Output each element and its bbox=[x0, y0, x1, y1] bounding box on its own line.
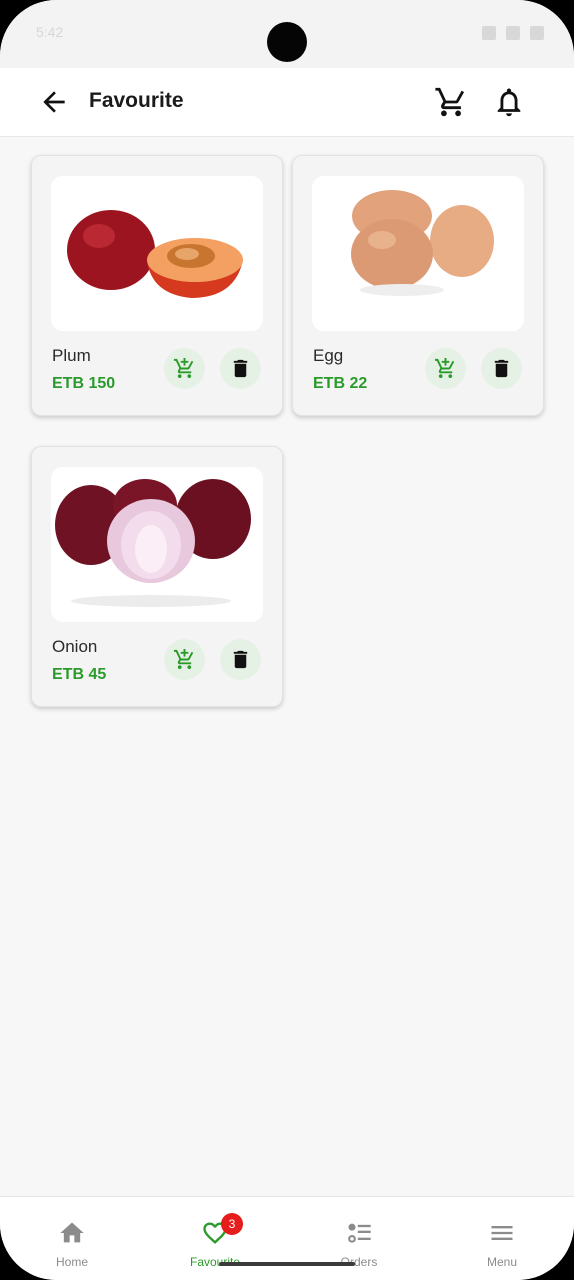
orders-icon bbox=[348, 1223, 371, 1243]
nav-menu[interactable]: Menu bbox=[447, 1197, 557, 1280]
notification-button[interactable] bbox=[492, 85, 526, 119]
item-name: Onion bbox=[52, 637, 98, 656]
app-screen: 5:42 Favourite Plum ETB 150 Egg ETB 22 O… bbox=[0, 0, 574, 1280]
signal-icon bbox=[482, 26, 496, 40]
bottom-nav: Home 3 Favourite Orders Menu bbox=[0, 1196, 574, 1280]
trash-icon bbox=[494, 359, 509, 378]
nav-favourite[interactable]: 3 Favourite bbox=[160, 1197, 270, 1280]
battery-icon bbox=[530, 26, 544, 40]
favourite-card-plum[interactable]: Plum ETB 150 bbox=[31, 155, 283, 416]
app-bar: Favourite bbox=[0, 68, 574, 137]
product-image-plum bbox=[51, 176, 263, 331]
status-time: 5:42 bbox=[36, 24, 64, 40]
status-icons bbox=[472, 26, 544, 45]
product-image-onion bbox=[51, 467, 263, 622]
add-cart-icon bbox=[434, 357, 455, 379]
delete-button[interactable] bbox=[220, 348, 261, 389]
back-button[interactable] bbox=[38, 86, 70, 118]
nav-label-menu: Menu bbox=[486, 1255, 518, 1269]
item-price: ETB 150 bbox=[52, 375, 116, 392]
status-bar: 5:42 bbox=[0, 0, 574, 68]
cart-button[interactable] bbox=[434, 85, 468, 119]
add-cart-icon bbox=[173, 357, 194, 379]
item-name: Egg bbox=[313, 346, 344, 365]
trash-icon bbox=[233, 359, 248, 378]
item-price: ETB 22 bbox=[313, 375, 368, 392]
nav-orders[interactable]: Orders bbox=[304, 1197, 414, 1280]
nav-label-home: Home bbox=[55, 1255, 88, 1269]
home-icon bbox=[60, 1222, 84, 1243]
menu-icon bbox=[491, 1226, 513, 1240]
product-image-egg bbox=[312, 176, 524, 331]
arrow-left-icon bbox=[43, 91, 65, 113]
page-title: Favourite bbox=[89, 89, 184, 112]
add-to-cart-button[interactable] bbox=[425, 348, 466, 389]
item-name: Plum bbox=[52, 346, 91, 365]
cart-icon bbox=[435, 87, 465, 117]
item-price: ETB 45 bbox=[52, 666, 107, 683]
favourite-count-badge: 3 bbox=[221, 1213, 243, 1235]
delete-button[interactable] bbox=[220, 639, 261, 680]
wifi-icon bbox=[506, 26, 520, 40]
camera-cutout bbox=[267, 22, 307, 62]
gesture-bar bbox=[219, 1262, 355, 1266]
add-to-cart-button[interactable] bbox=[164, 348, 205, 389]
favourite-card-egg[interactable]: Egg ETB 22 bbox=[292, 155, 544, 416]
bell-icon bbox=[497, 88, 521, 117]
nav-home[interactable]: Home bbox=[17, 1197, 127, 1280]
favourite-card-onion[interactable]: Onion ETB 45 bbox=[31, 446, 283, 707]
add-to-cart-button[interactable] bbox=[164, 639, 205, 680]
add-cart-icon bbox=[173, 648, 194, 670]
delete-button[interactable] bbox=[481, 348, 522, 389]
trash-icon bbox=[233, 650, 248, 669]
